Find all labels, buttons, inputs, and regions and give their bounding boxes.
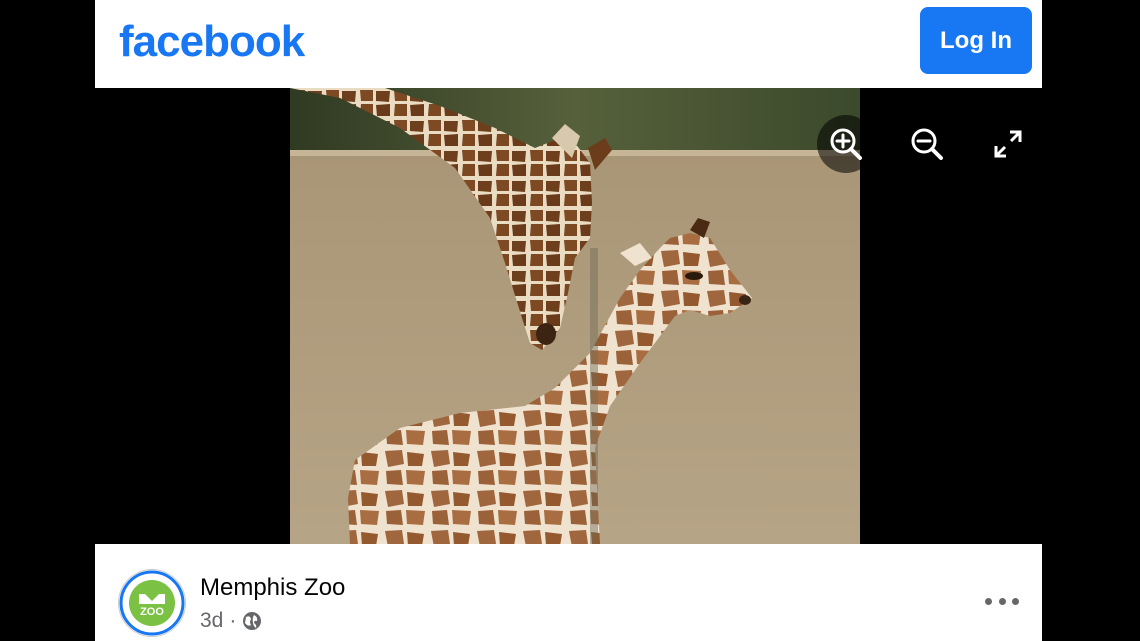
post-header: ZOO Memphis Zoo 3d ·: [95, 544, 1042, 641]
giraffe-photo[interactable]: [290, 88, 860, 544]
zoom-in-icon[interactable]: [817, 115, 875, 173]
facebook-logo[interactable]: facebook: [119, 16, 305, 68]
page-name[interactable]: Memphis Zoo: [200, 574, 345, 602]
photo-viewer: [95, 88, 1042, 544]
zoom-out-icon[interactable]: [898, 115, 956, 173]
post-meta: 3d ·: [200, 608, 262, 634]
meta-separator: ·: [229, 609, 237, 632]
post-time[interactable]: 3d: [200, 608, 223, 634]
expand-icon[interactable]: [979, 115, 1037, 173]
more-icon[interactable]: [985, 594, 1019, 608]
globe-icon: [243, 612, 262, 630]
memphis-zoo-avatar[interactable]: ZOO: [119, 570, 185, 636]
top-bar: facebook Log In: [95, 0, 1042, 88]
log-in-button[interactable]: Log In: [920, 7, 1032, 74]
svg-text:ZOO: ZOO: [140, 606, 164, 618]
facebook-photo-frame: facebook Log In ZOO Memphis Zoo 3d ·: [95, 0, 1042, 641]
